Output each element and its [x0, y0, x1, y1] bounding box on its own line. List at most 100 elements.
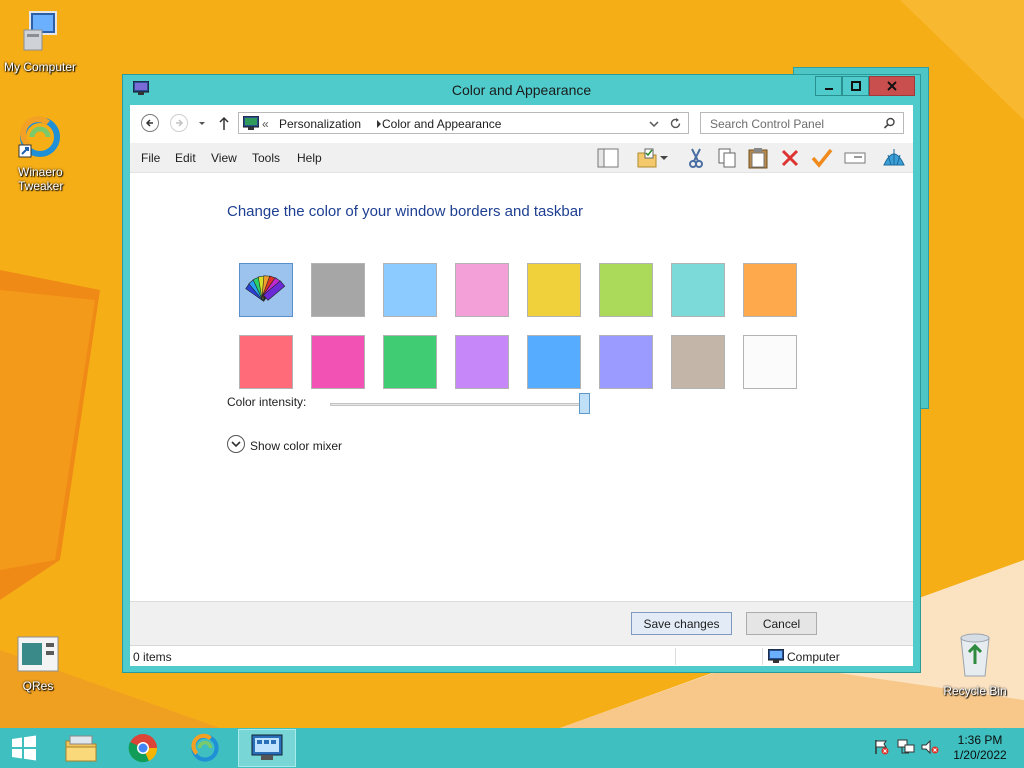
color-swatch-white[interactable] [743, 335, 797, 389]
color-intensity-label: Color intensity: [227, 395, 307, 409]
chevron-down-icon [231, 441, 241, 448]
chevron-down-icon[interactable] [649, 119, 659, 129]
copy-icon [718, 148, 736, 168]
winaero-icon [191, 733, 219, 762]
breadcrumb-color-appearance[interactable]: Color and Appearance [382, 117, 501, 131]
breadcrumb-overflow[interactable]: « [262, 117, 269, 131]
navigation-bar: « Personalization Color and Appearance S… [130, 105, 913, 143]
color-swatch-taupe[interactable] [671, 335, 725, 389]
minimize-icon [824, 88, 833, 90]
color-swatch-pink[interactable] [455, 263, 509, 317]
seashell-button[interactable] [882, 146, 906, 170]
desktop-icon-recycle-bin[interactable]: Recycle Bin [932, 630, 1018, 698]
chevron-down-icon [660, 156, 668, 160]
desktop-icon-qres[interactable]: QRes [0, 635, 81, 693]
desktop-icon-my-computer[interactable]: My Computer [0, 10, 83, 74]
delete-button[interactable] [778, 146, 802, 170]
save-changes-button[interactable]: Save changes [631, 612, 732, 635]
menu-tools[interactable]: Tools [252, 151, 280, 165]
search-box[interactable]: Search Control Panel [700, 112, 904, 134]
minimize-button[interactable] [815, 76, 842, 96]
address-bar[interactable]: « Personalization Color and Appearance [238, 112, 689, 134]
cancel-button[interactable]: Cancel [746, 612, 817, 635]
rename-icon [844, 152, 866, 164]
desktop-icon-label: Recycle Bin [943, 684, 1007, 698]
folder-options-button[interactable] [635, 146, 659, 170]
color-swatch-orange[interactable] [743, 263, 797, 317]
delete-icon [781, 149, 799, 167]
color-palette-icon [240, 264, 292, 316]
desktop-icon-winaero-tweaker[interactable]: Winaero Tweaker [0, 115, 83, 193]
window-client: « Personalization Color and Appearance S… [130, 105, 913, 666]
cut-icon [689, 148, 703, 168]
file-explorer-icon [65, 735, 97, 762]
taskbar-winaero-tweaker[interactable] [176, 729, 234, 767]
control-panel-icon [243, 116, 259, 130]
page-heading: Change the color of your window borders … [227, 203, 584, 220]
taskbar-control-panel[interactable] [238, 729, 296, 767]
properties-icon [811, 148, 833, 168]
close-icon [887, 81, 897, 91]
color-intensity-track[interactable] [330, 403, 585, 406]
maximize-button[interactable] [842, 76, 869, 96]
qres-icon [17, 636, 59, 672]
chrome-icon [128, 734, 158, 763]
desktop-icon-label: My Computer [3, 60, 77, 74]
copy-button[interactable] [715, 146, 739, 170]
show-color-mixer-button[interactable] [227, 435, 245, 453]
color-swatch-blue[interactable] [527, 335, 581, 389]
clock-time: 1:36 PM [957, 733, 1003, 747]
desktop-icon-label: QRes [22, 679, 54, 693]
layout-pane-icon [597, 148, 619, 168]
status-item-count: 0 items [133, 650, 172, 664]
show-color-mixer-link[interactable]: Show color mixer [250, 439, 342, 453]
taskbar-clock[interactable]: 1:36 PM 1/20/2022 [944, 733, 1016, 763]
maximize-icon [850, 81, 861, 91]
back-button[interactable] [141, 114, 159, 132]
color-swatch-red[interactable] [239, 335, 293, 389]
color-swatch-green[interactable] [599, 263, 653, 317]
volume-tray[interactable] [921, 738, 939, 756]
color-swatch-gray[interactable] [311, 263, 365, 317]
layout-pane-button[interactable] [596, 146, 620, 170]
menu-help[interactable]: Help [297, 151, 322, 165]
color-swatch-violet[interactable] [455, 335, 509, 389]
close-button[interactable] [869, 76, 915, 96]
color-swatch-teal[interactable] [671, 263, 725, 317]
color-swatch-sky[interactable] [383, 263, 437, 317]
organize-dropdown[interactable] [657, 146, 671, 170]
color-swatch-emerald[interactable] [383, 335, 437, 389]
menu-edit[interactable]: Edit [175, 151, 196, 165]
start-button[interactable] [0, 729, 48, 767]
cut-button[interactable] [684, 146, 708, 170]
paste-button[interactable] [746, 146, 770, 170]
menu-view[interactable]: View [211, 151, 237, 165]
color-appearance-window: Color and Appearance « Personalization C… [122, 74, 921, 673]
breadcrumb-personalization[interactable]: Personalization [279, 117, 361, 131]
properties-button[interactable] [810, 146, 834, 170]
refresh-icon[interactable] [669, 117, 682, 130]
title-bar[interactable]: Color and Appearance [123, 75, 920, 105]
up-button[interactable] [218, 115, 230, 131]
forward-button[interactable] [170, 114, 188, 132]
network-tray[interactable] [897, 738, 915, 756]
rename-button[interactable] [843, 146, 867, 170]
window-title: Color and Appearance [451, 82, 592, 98]
recent-locations-button[interactable] [197, 117, 207, 127]
color-intensity-slider-thumb[interactable] [579, 393, 590, 414]
menu-file[interactable]: File [141, 151, 160, 165]
footer-bar: Save changes Cancel [130, 601, 913, 645]
taskbar-file-explorer[interactable] [52, 729, 110, 767]
up-arrow-icon [219, 116, 229, 130]
chevron-down-icon [199, 122, 205, 125]
color-swatch-yellow[interactable] [527, 263, 581, 317]
color-swatch-automatic[interactable] [239, 263, 293, 317]
search-icon[interactable] [883, 117, 896, 130]
status-location: Computer [787, 650, 840, 664]
taskbar-chrome[interactable] [114, 729, 172, 767]
action-center-tray[interactable] [872, 738, 890, 756]
color-swatch-periwinkle[interactable] [599, 335, 653, 389]
forward-arrow-icon [176, 119, 184, 127]
recycle-bin-icon [960, 633, 990, 677]
color-swatch-magenta[interactable] [311, 335, 365, 389]
